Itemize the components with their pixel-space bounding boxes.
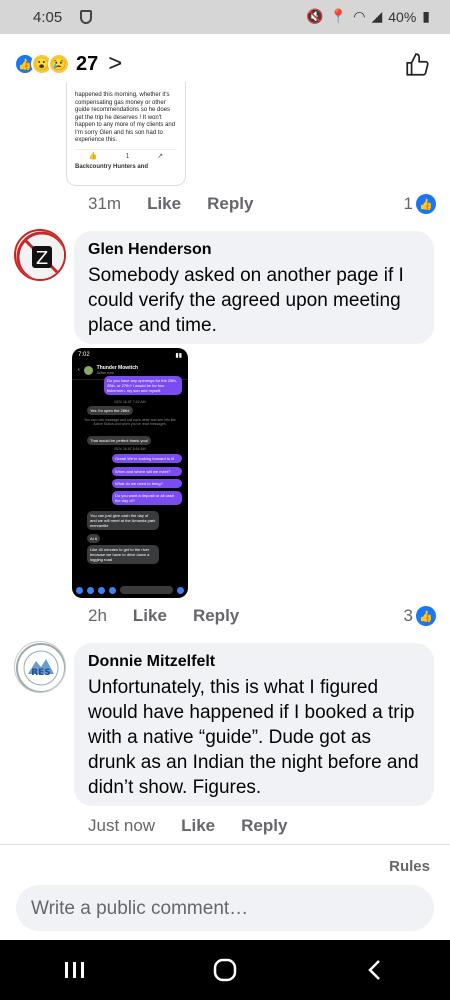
embedded-like-icon: 👍 <box>88 152 98 160</box>
location-icon: 📍 <box>329 8 348 24</box>
back-button[interactable] <box>345 950 405 990</box>
phone-status-icons: ▮▮ <box>175 353 182 359</box>
status-time: 4:05 <box>33 9 63 26</box>
comment-text: Unfortunately, this is what I figured wo… <box>88 677 419 798</box>
system-nav-bar <box>0 940 450 1000</box>
battery-label: 40% <box>388 8 417 25</box>
comment-actions: 31m Like Reply <box>88 194 279 214</box>
embedded-post-actions: 👍 1 ↗ <box>75 148 177 161</box>
chat-message: Like 40 minutes to get to the river beca… <box>87 545 159 564</box>
status-bar: 4:05 🔇 📍 ◠ ◢ 40% ▮ <box>0 0 450 34</box>
reactions-summary[interactable]: 👍 😮 😢 27 > <box>14 50 122 78</box>
wifi-icon: ◠ <box>353 8 366 24</box>
divider <box>0 844 450 845</box>
chat-message: Yes I'm open the 26th! <box>87 406 133 415</box>
comment-reaction-count[interactable]: 1 👍 <box>404 194 436 214</box>
comment-bubble[interactable]: Glen Henderson Somebody asked on another… <box>74 231 434 344</box>
like-count: 3 <box>403 606 413 625</box>
mute-icon: 🔇 <box>306 8 324 24</box>
comments-sheet: 👍 😮 😢 27 > happened this morning, whethe… <box>0 34 450 940</box>
chat-system-text: NOV 16 AT 7:42 AM <box>114 400 146 404</box>
chat-message: That would be perfect thank you! <box>87 436 152 445</box>
chevron-right-icon: > <box>108 50 123 77</box>
status-icons: 🔇 📍 ◠ ◢ 40% ▮ <box>306 8 430 25</box>
recent-apps-icon <box>65 962 84 978</box>
home-button[interactable] <box>195 950 255 990</box>
embedded-post-text: happened this morning, whether it's comp… <box>75 92 176 143</box>
comment-image[interactable]: happened this morning, whether it's comp… <box>66 82 186 186</box>
chat-message: Do you want a deposit or all cash the da… <box>112 491 182 505</box>
reaction-count: 27 <box>76 52 99 75</box>
chat-message: Do you have any openings for the 25th, 2… <box>104 376 182 395</box>
shield-icon <box>80 10 92 24</box>
svg-text:Z: Z <box>36 248 48 269</box>
comment-bubble[interactable]: Donnie Mitzelfelt Unfortunately, this is… <box>74 643 434 806</box>
avatar-logo-icon: RES <box>16 643 65 692</box>
comment-author[interactable]: Donnie Mitzelfelt <box>88 653 420 671</box>
avatar-logo-icon: Z <box>16 231 64 279</box>
comment-input[interactable]: Write a public comment… <box>16 885 434 931</box>
like-button[interactable]: Like <box>181 816 215 836</box>
like-count: 1 <box>403 194 413 213</box>
gallery-icon <box>98 586 105 594</box>
mic-icon <box>109 586 116 594</box>
avatar[interactable]: Z <box>14 229 66 281</box>
reply-button[interactable]: Reply <box>207 194 253 214</box>
comment-actions: Just now Like Reply <box>88 816 313 836</box>
chat-input <box>120 586 173 594</box>
avatar[interactable]: RES <box>14 641 66 693</box>
camera-icon <box>87 586 94 594</box>
chat-composer <box>76 584 184 596</box>
avatar-badge-text: RES <box>31 668 51 678</box>
like-button[interactable]: Like <box>133 606 167 626</box>
embedded-footer-text: Backcountry Hunters and <box>75 164 149 170</box>
back-icon <box>368 960 380 980</box>
sad-icon: 😢 <box>48 53 70 75</box>
chat-message: What do we need to bring? <box>112 479 182 488</box>
back-icon: ‹ <box>78 367 80 373</box>
chat-system-text: You can now message and call each other … <box>84 418 176 426</box>
comment-time: 2h <box>88 606 107 625</box>
contact-status: Active now <box>96 371 114 375</box>
embedded-comment-count: 1 <box>125 152 130 160</box>
like-button[interactable]: Like <box>147 194 181 214</box>
reply-button[interactable]: Reply <box>241 816 287 836</box>
comment-time: Just now <box>88 816 156 835</box>
phone-status-bar: 7:02 ▮▮ <box>72 348 188 363</box>
plus-icon <box>76 586 83 594</box>
like-icon: 👍 <box>416 194 436 214</box>
battery-icon: ▮ <box>422 8 430 24</box>
comment-author[interactable]: Glen Henderson <box>88 241 420 259</box>
chat-message: At 6 <box>87 534 101 543</box>
thumb-icon <box>177 586 184 594</box>
signal-icon: ◢ <box>371 8 383 24</box>
like-icon: 👍 <box>416 606 436 626</box>
chat-message: You can just give cash the day of and we… <box>87 511 159 530</box>
comment-reaction-count[interactable]: 3 👍 <box>404 606 436 626</box>
chat-message: When and where will we meet? <box>112 467 182 476</box>
chat-message: Great! We're looking forward to it! <box>112 454 182 463</box>
reply-button[interactable]: Reply <box>193 606 239 626</box>
contact-avatar <box>83 365 93 375</box>
comment-text: Somebody asked on another page if I coul… <box>88 265 404 336</box>
comment-actions: 2h Like Reply <box>88 606 265 626</box>
home-icon <box>213 958 237 982</box>
recent-apps-button[interactable] <box>45 950 105 990</box>
rules-link[interactable]: Rules <box>389 858 430 875</box>
phone-time: 7:02 <box>78 352 90 358</box>
comment-image[interactable]: 7:02 ▮▮ ‹ Thunder Mowitch Active now Do … <box>72 348 188 598</box>
chat-system-text: NOV 16 AT 8:54 AM <box>114 447 146 451</box>
comment-time: 31m <box>88 194 122 213</box>
embedded-share-icon: ↗ <box>157 152 164 160</box>
like-post-icon[interactable] <box>404 52 430 78</box>
